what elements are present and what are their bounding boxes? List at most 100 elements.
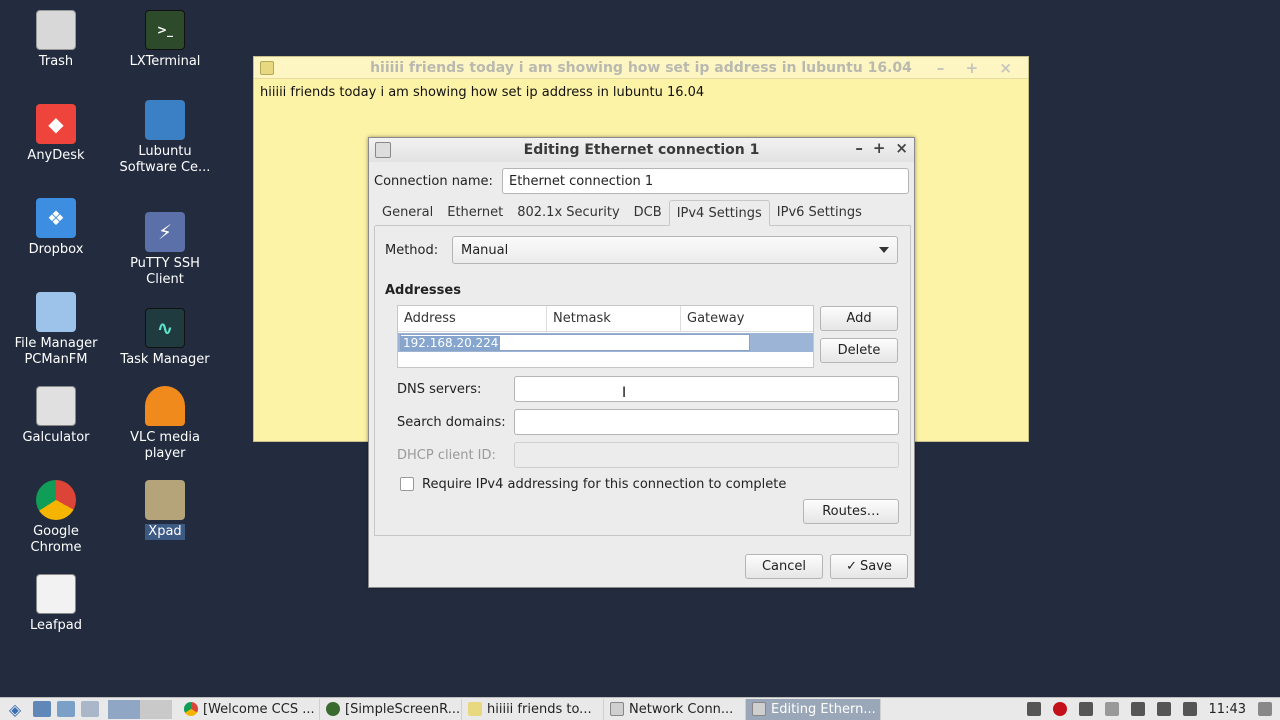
tab-general[interactable]: General (375, 200, 440, 225)
clipboard-icon[interactable] (1078, 702, 1093, 716)
calculator-icon (36, 386, 76, 426)
cancel-button[interactable]: Cancel (745, 554, 823, 579)
desktop-icon-galculator[interactable]: Galculator (6, 386, 106, 446)
settings-tabs: General Ethernet 802.1x Security DCB IPv… (375, 200, 911, 226)
task-label: [Welcome CCS ... (203, 701, 315, 717)
dialog-titlebar[interactable]: Editing Ethernet connection 1 – + × (369, 138, 914, 162)
chevron-down-icon (879, 247, 889, 253)
desktop-icon-label: Lubuntu Software Ce... (119, 144, 211, 175)
taskbar: ◈ [Welcome CCS ... [SimpleScreenR... hii… (0, 697, 1280, 720)
checkmark-icon: ✓ (846, 559, 857, 574)
save-button[interactable]: ✓ Save (830, 554, 908, 579)
window-icon[interactable] (1104, 702, 1119, 716)
desktop-icon-xpad[interactable]: Xpad (115, 480, 215, 540)
dns-servers-input[interactable] (514, 376, 899, 402)
desktop-icon-leafpad[interactable]: Leafpad (6, 574, 106, 634)
column-gateway[interactable]: Gateway (681, 306, 813, 331)
addresses-heading: Addresses (385, 283, 461, 298)
connection-name-input[interactable]: Ethernet connection 1 (502, 168, 909, 194)
logout-icon[interactable] (1258, 702, 1272, 716)
desktop-icon-vlc[interactable]: VLC media player (115, 386, 215, 462)
desktop-icon-label: Trash (38, 54, 74, 69)
addresses-table[interactable]: Address Netmask Gateway 192.168.20.224 (397, 305, 814, 368)
file-manager-launcher-icon[interactable] (57, 701, 75, 717)
workspace-1[interactable] (108, 699, 140, 719)
save-label: Save (859, 559, 892, 574)
system-tray: 11:43 (1026, 702, 1280, 717)
task-button-xpad-note[interactable]: hiiiii friends to... (462, 698, 604, 720)
close-button[interactable]: × (895, 139, 908, 157)
dns-servers-label: DNS servers: (397, 381, 482, 397)
recorder-tray-icon[interactable] (1052, 702, 1067, 716)
desktop-icon-label: LXTerminal (129, 54, 201, 69)
tab-ipv6-settings[interactable]: IPv6 Settings (770, 200, 869, 225)
delete-button[interactable]: Delete (820, 338, 898, 363)
tab-ipv4-settings[interactable]: IPv4 Settings (668, 200, 770, 226)
task-label: Network Conn... (629, 701, 734, 717)
xpad-icon (468, 702, 482, 716)
desktop-icon-label: Xpad (145, 524, 185, 540)
desktop-icon-file-manager[interactable]: File Manager PCManFM (6, 292, 106, 368)
column-address[interactable]: Address (398, 306, 547, 331)
method-select[interactable]: Manual (452, 236, 898, 264)
task-button-simplescreenrecorder[interactable]: [SimpleScreenR... (320, 698, 462, 720)
editing-connection-dialog[interactable]: Editing Ethernet connection 1 – + × Conn… (368, 137, 915, 588)
putty-icon: ⚡ (145, 212, 185, 252)
search-domains-input[interactable] (514, 409, 899, 435)
recorder-icon (326, 702, 340, 716)
desktop-icon-label: Dropbox (28, 242, 84, 257)
workspace-2[interactable] (140, 699, 172, 719)
desktop-icon-software-center[interactable]: Lubuntu Software Ce... (115, 100, 215, 176)
desktop-icon-trash[interactable]: Trash (6, 10, 106, 70)
desktop-icon-label: AnyDesk (27, 148, 85, 163)
routes-button[interactable]: Routes… (803, 499, 899, 524)
trash-icon (36, 10, 76, 50)
column-netmask[interactable]: Netmask (547, 306, 681, 331)
maximize-button[interactable]: + (873, 139, 886, 157)
desktop-icon-label: Galculator (22, 430, 90, 445)
note-icon (260, 61, 274, 75)
tab-8021x-security[interactable]: 802.1x Security (510, 200, 626, 225)
desktop-icon-dropbox[interactable]: ❖ Dropbox (6, 198, 106, 258)
leafpad-icon (36, 574, 76, 614)
desktop-icon-label: Task Manager (120, 352, 210, 367)
desktop-icon-task-manager[interactable]: ∿ Task Manager (115, 308, 215, 368)
dhcp-client-id-input (514, 442, 899, 468)
volume-icon[interactable] (1156, 702, 1171, 716)
show-desktop-icon[interactable] (33, 701, 51, 717)
clock[interactable]: 11:43 (1209, 702, 1246, 717)
add-button[interactable]: Add (820, 306, 898, 331)
network-tray-icon[interactable] (1130, 702, 1145, 716)
network-icon (375, 142, 391, 158)
note-window-controls[interactable]: – + × (937, 59, 1020, 77)
task-label: [SimpleScreenR... (345, 701, 461, 717)
desktop-icon-anydesk[interactable]: ◆ AnyDesk (6, 104, 106, 164)
battery-icon[interactable] (1026, 702, 1041, 716)
note-body[interactable]: hiiiii friends today i am showing how se… (254, 79, 1028, 106)
keyboard-icon[interactable] (1182, 702, 1197, 716)
address-cell-value: 192.168.20.224 (401, 335, 501, 350)
tab-dcb[interactable]: DCB (627, 200, 669, 225)
task-button-welcome[interactable]: [Welcome CCS ... (178, 698, 320, 720)
address-cell-editor[interactable]: 192.168.20.224 (400, 334, 750, 351)
chrome-icon (36, 480, 76, 520)
menu-launcher-icon[interactable]: ◈ (0, 699, 30, 720)
note-titlebar[interactable]: hiiiii friends today i am showing how se… (254, 57, 1028, 79)
dropbox-icon: ❖ (36, 198, 76, 238)
xpad-icon (145, 480, 185, 520)
minimize-button[interactable]: – (855, 139, 863, 157)
method-label: Method: (385, 242, 439, 258)
task-button-network-connections[interactable]: Network Conn... (604, 698, 746, 720)
task-button-editing-ethernet[interactable]: Editing Ethern... (746, 698, 881, 720)
dialog-title: Editing Ethernet connection 1 (523, 142, 760, 158)
desktop-icon-lxterminal[interactable]: >_ LXTerminal (115, 10, 215, 70)
note-title: hiiiii friends today i am showing how se… (370, 59, 912, 76)
desktop-icon-label: File Manager PCManFM (14, 336, 98, 367)
tab-ethernet[interactable]: Ethernet (440, 200, 510, 225)
require-ipv4-label: Require IPv4 addressing for this connect… (422, 476, 787, 492)
desktop-icon-putty[interactable]: ⚡ PuTTY SSH Client (115, 212, 215, 288)
desktop-icon-chrome[interactable]: Google Chrome (6, 480, 106, 556)
require-ipv4-checkbox[interactable] (400, 477, 414, 491)
chrome-icon (184, 702, 198, 716)
browser-launcher-icon[interactable] (81, 701, 99, 717)
